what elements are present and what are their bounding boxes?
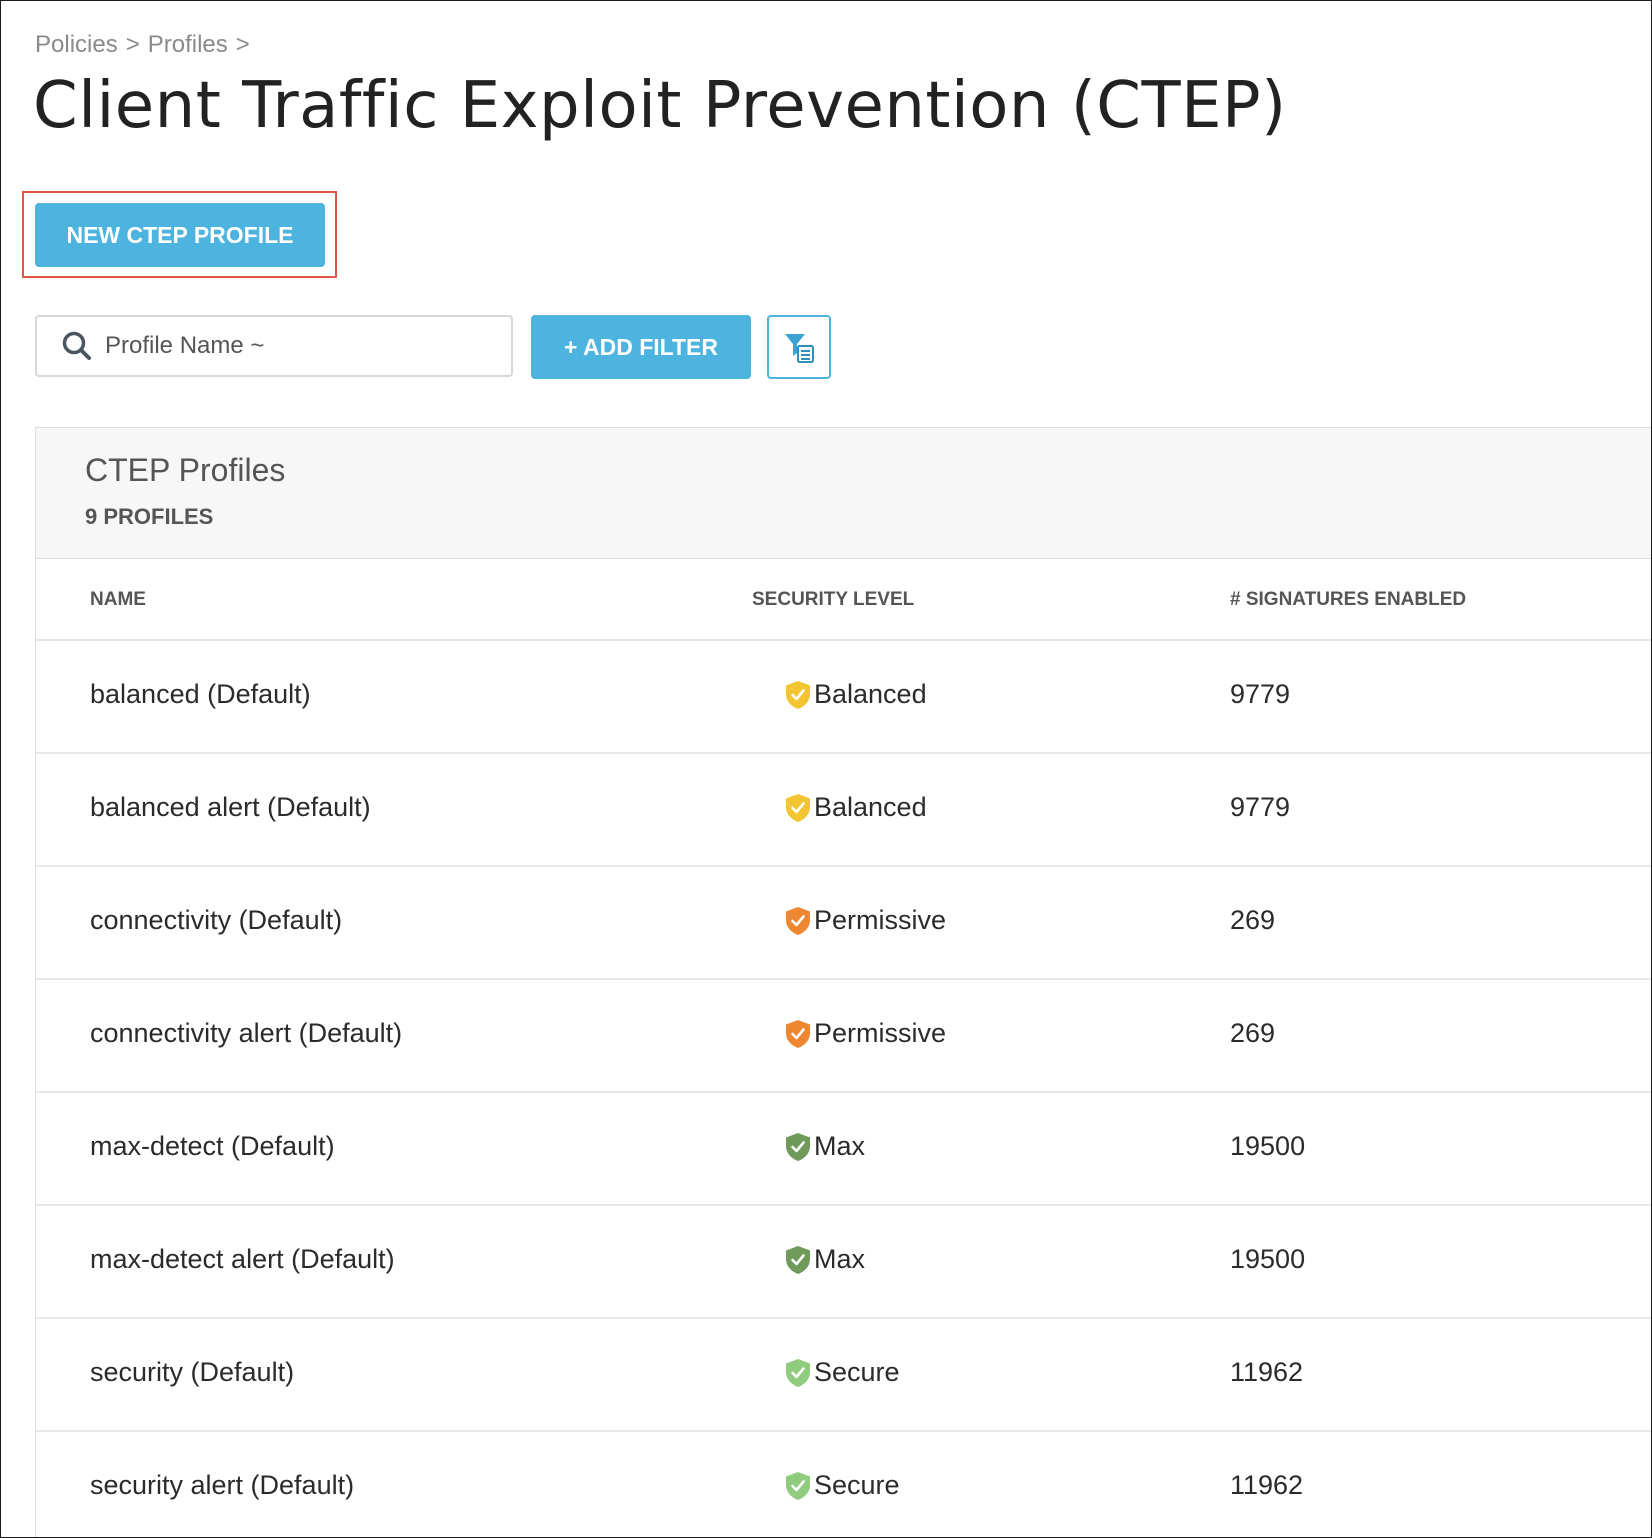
shield-check-icon [786, 1358, 810, 1387]
table-row[interactable]: connectivity alert (Default) Permissive 26… [36, 980, 1651, 1093]
signatures-enabled: 269 [1230, 1018, 1276, 1048]
profiles-panel: CTEP Profiles 9 PROFILES NAME SECURITY L… [35, 427, 1651, 1537]
profile-name[interactable]: connectivity alert (Default) [90, 1018, 402, 1049]
security-level: Permissive [784, 1018, 946, 1049]
security-level-label: Permissive [814, 1018, 947, 1048]
shield-check-icon [786, 1019, 810, 1048]
profile-name[interactable]: max-detect (Default) [90, 1131, 335, 1162]
security-level: Secure [784, 1357, 900, 1388]
shield-check-icon [786, 1132, 810, 1161]
breadcrumb-policies[interactable]: Policies [35, 31, 118, 59]
breadcrumb: Policies > Profiles > [35, 31, 250, 59]
table-body: balanced (Default) Balanced 9779 balanced a… [36, 641, 1651, 1537]
profile-name[interactable]: balanced (Default) [90, 679, 311, 710]
signatures-enabled: 19500 [1230, 1131, 1306, 1161]
page: Policies > Profiles > Client Traffic Exp… [0, 0, 1652, 1538]
security-level: Max [784, 1131, 865, 1162]
security-level-label: Secure [814, 1470, 900, 1500]
panel-header: CTEP Profiles 9 PROFILES [36, 428, 1651, 559]
table-row[interactable]: balanced (Default) Balanced 9779 [36, 641, 1651, 754]
signatures-enabled: 11962 [1230, 1357, 1304, 1387]
signatures-enabled: 11962 [1230, 1470, 1304, 1500]
table-row[interactable]: max-detect (Default) Max 19500 [36, 1093, 1651, 1206]
shield-check-icon [786, 1471, 810, 1500]
table-row[interactable]: max-detect alert (Default) Max 19500 [36, 1206, 1651, 1319]
profile-name[interactable]: security (Default) [90, 1357, 294, 1388]
shield-check-icon [786, 793, 810, 822]
column-header-name[interactable]: NAME [90, 589, 146, 611]
filter-list-button[interactable] [767, 315, 831, 379]
breadcrumb-separator: > [125, 31, 140, 58]
new-ctep-profile-button[interactable]: NEW CTEP PROFILE [35, 203, 325, 267]
security-level: Secure [784, 1470, 900, 1501]
shield-check-icon [786, 1245, 810, 1274]
table-row[interactable]: balanced alert (Default) Balanced 9779 [36, 754, 1651, 867]
security-level-label: Balanced [814, 679, 927, 709]
breadcrumb-profiles[interactable]: Profiles [148, 31, 228, 59]
profile-name[interactable]: connectivity (Default) [90, 905, 342, 936]
security-level-label: Max [814, 1131, 866, 1161]
security-level-label: Balanced [814, 792, 927, 822]
search-box[interactable] [35, 315, 513, 377]
signatures-enabled: 19500 [1230, 1244, 1306, 1274]
search-input[interactable] [103, 331, 487, 361]
filter-list-icon [785, 334, 814, 363]
signatures-enabled: 269 [1230, 905, 1276, 935]
page-title: Client Traffic Exploit Prevention (CTEP) [33, 69, 1287, 143]
add-filter-button[interactable]: + ADD FILTER [531, 315, 751, 379]
panel-title: CTEP Profiles [85, 452, 286, 488]
signatures-enabled: 9779 [1230, 792, 1291, 822]
profile-name[interactable]: balanced alert (Default) [90, 792, 371, 823]
column-header-signatures[interactable]: # SIGNATURES ENABLED [1230, 589, 1466, 611]
security-level: Permissive [784, 905, 946, 936]
security-level: Max [784, 1244, 865, 1275]
profile-count: 9 PROFILES [85, 504, 214, 529]
table-row[interactable]: security alert (Default) Secure 11962 [36, 1432, 1651, 1537]
table-row[interactable]: security (Default) Secure 11962 [36, 1319, 1651, 1432]
search-icon [62, 331, 91, 360]
profile-name[interactable]: security alert (Default) [90, 1470, 354, 1501]
table-row[interactable]: connectivity (Default) Permissive 269 [36, 867, 1651, 980]
shield-check-icon [786, 906, 810, 935]
security-level-label: Permissive [814, 905, 947, 935]
security-level-label: Secure [814, 1357, 900, 1387]
table-header: NAME SECURITY LEVEL # SIGNATURES ENABLED [36, 559, 1651, 641]
column-header-security-level[interactable]: SECURITY LEVEL [752, 589, 914, 611]
profile-name[interactable]: max-detect alert (Default) [90, 1244, 395, 1275]
security-level: Balanced [784, 792, 927, 823]
security-level-label: Max [814, 1244, 866, 1274]
signatures-enabled: 9779 [1230, 679, 1291, 709]
security-level: Balanced [784, 679, 927, 710]
shield-check-icon [786, 680, 810, 709]
breadcrumb-separator: > [235, 31, 250, 58]
